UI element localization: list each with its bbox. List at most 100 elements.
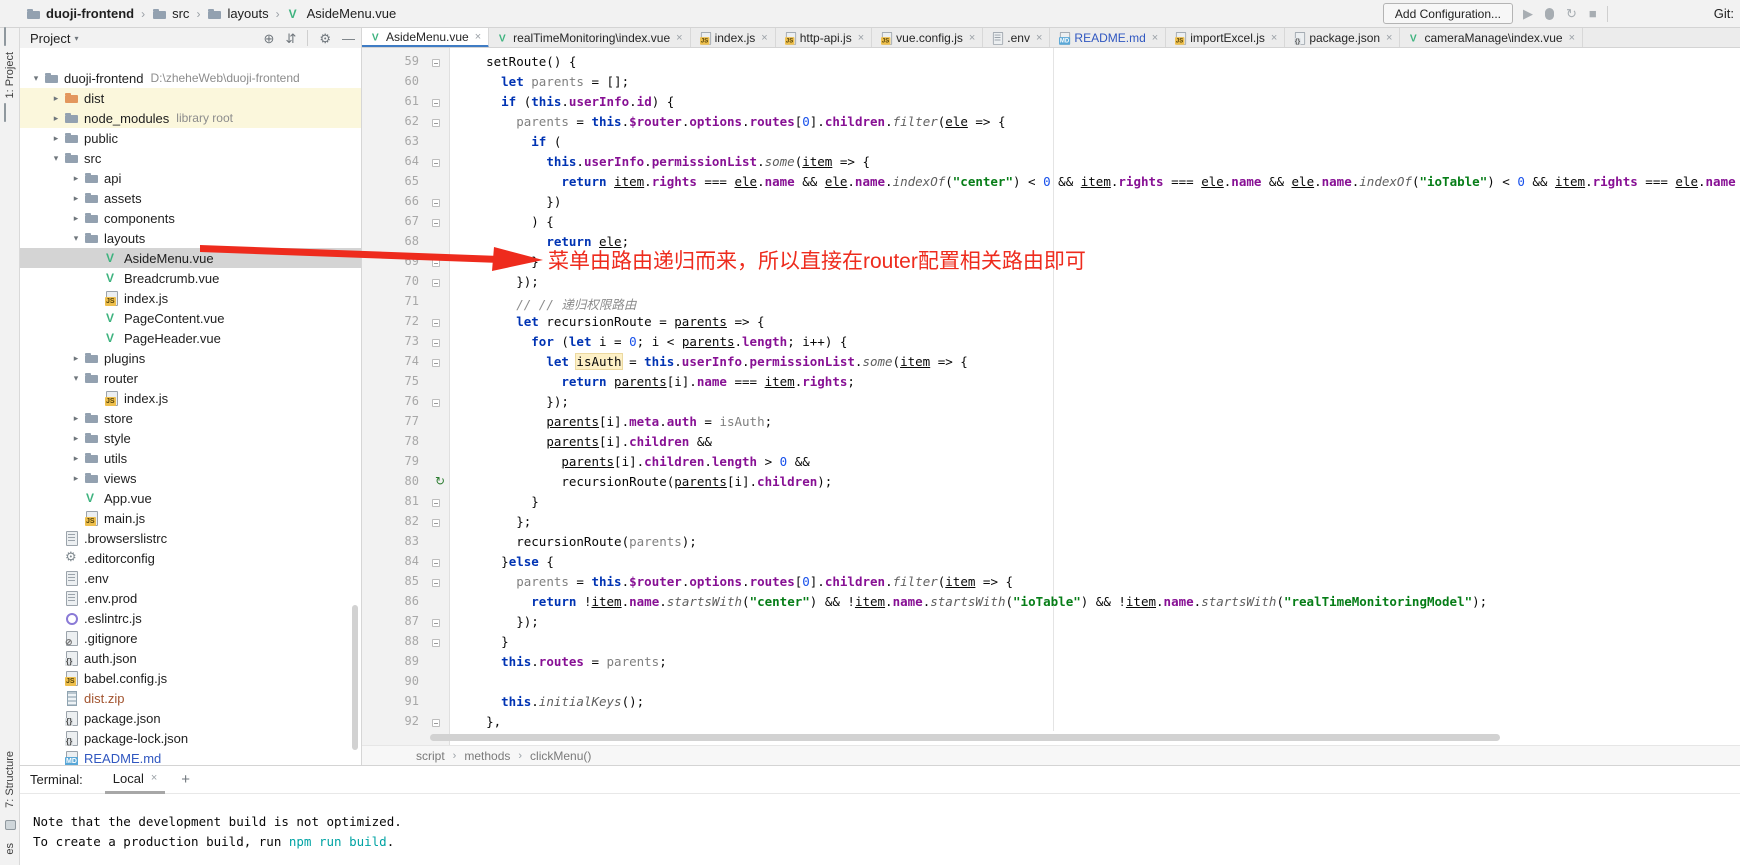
code-line[interactable]: }); [456,614,1740,634]
project-panel-title[interactable]: Project [30,31,70,46]
close-icon[interactable]: × [151,772,157,784]
tree-item-.eslintrc.js[interactable]: .eslintrc.js [20,608,361,628]
code-line[interactable] [456,674,1740,694]
close-icon[interactable]: × [1386,32,1392,44]
code-line[interactable]: parents[i].children && [456,434,1740,454]
chevron-right-icon[interactable]: ▸ [68,353,84,364]
chevron-right-icon[interactable]: ▸ [68,453,84,464]
code-line[interactable]: }) [456,194,1740,214]
fold-marker-icon[interactable] [432,159,440,167]
fold-marker-icon[interactable] [432,359,440,367]
close-icon[interactable]: × [1271,32,1277,44]
code-line[interactable]: }; [456,514,1740,534]
code-line[interactable]: if (this.userInfo.id) { [456,94,1740,114]
tree-item-assets[interactable]: ▸assets [20,188,361,208]
chevron-right-icon[interactable]: ▸ [68,413,84,424]
locate-icon[interactable]: ⊕ [264,32,275,45]
tree-item-AsideMenu.vue[interactable]: AsideMenu.vue [20,248,361,268]
code-line[interactable]: return ele; [456,234,1740,254]
code-line[interactable]: } [456,494,1740,514]
fold-marker-icon[interactable] [432,199,440,207]
fold-marker-icon[interactable] [432,499,440,507]
close-icon[interactable]: × [475,31,481,43]
tree-item-main.js[interactable]: JSmain.js [20,508,361,528]
chevron-down-icon[interactable]: ▾ [48,153,64,164]
chevron-right-icon[interactable]: ▸ [68,473,84,484]
tab-realTimeMonitoring\index.vue[interactable]: realTimeMonitoring\index.vue× [489,28,690,48]
close-icon[interactable]: × [858,32,864,44]
breadcrumb-item-layouts[interactable]: layouts [207,6,268,22]
fold-marker-icon[interactable] [432,219,440,227]
editor-breadcrumb-methods[interactable]: methods [464,749,510,763]
fold-marker-icon[interactable] [432,319,440,327]
editor-horizontal-scrollbar[interactable] [430,734,1500,741]
code-line[interactable]: return !item.name.startsWith("center") &… [456,594,1740,614]
chevron-down-icon[interactable]: ▾ [68,233,84,244]
tree-item-Breadcrumb.vue[interactable]: Breadcrumb.vue [20,268,361,288]
code-line[interactable]: this.initialKeys(); [456,694,1740,714]
fold-marker-icon[interactable] [432,119,440,127]
tab-.env[interactable]: .env× [983,28,1050,48]
fold-marker-icon[interactable] [432,619,440,627]
code-line[interactable]: return parents[i].name === item.rights; [456,374,1740,394]
code-line[interactable]: parents = this.$router.options.routes[0]… [456,114,1740,134]
tab-importExcel.js[interactable]: JSimportExcel.js× [1166,28,1285,48]
tab-http-api.js[interactable]: JShttp-api.js× [776,28,872,48]
tree-item-store[interactable]: ▸store [20,408,361,428]
tree-item-components[interactable]: ▸components [20,208,361,228]
tree-item-index.js[interactable]: JSindex.js [20,288,361,308]
tab-README.md[interactable]: MDREADME.md× [1050,28,1166,48]
fold-marker-icon[interactable] [432,399,440,407]
chevron-down-icon[interactable]: ▾ [68,373,84,384]
fold-marker-icon[interactable] [432,519,440,527]
fold-marker-icon[interactable] [432,639,440,647]
tree-item-.env[interactable]: .env [20,568,361,588]
chevron-right-icon[interactable]: ▸ [48,113,64,124]
tool-window-icon[interactable] [4,27,6,46]
tab-cameraManage\index.vue[interactable]: cameraManage\index.vue× [1400,28,1583,48]
tree-item-plugins[interactable]: ▸plugins [20,348,361,368]
code-line[interactable]: // // 递归权限路由 [456,294,1740,314]
chevron-right-icon[interactable]: ▸ [48,133,64,144]
tree-item-api[interactable]: ▸api [20,168,361,188]
fold-marker-icon[interactable] [432,279,440,287]
tab-index.js[interactable]: JSindex.js× [691,28,776,48]
tree-item-dist[interactable]: ▸dist [20,88,361,108]
run-icon[interactable]: ▶ [1523,7,1533,20]
tab-vue.config.js[interactable]: JSvue.config.js× [872,28,983,48]
code-line[interactable]: recursionRoute(parents[i].children); [456,474,1740,494]
code-line[interactable]: parents[i].children.length > 0 && [456,454,1740,474]
code-line[interactable]: if ( [456,134,1740,154]
chevron-right-icon[interactable]: ▸ [48,93,64,104]
chevron-right-icon[interactable]: ▸ [68,193,84,204]
git-label[interactable]: Git: [1714,6,1734,21]
code-line[interactable]: parents[i].meta.auth = isAuth; [456,414,1740,434]
breadcrumb-item-duoji-frontend[interactable]: duoji-frontend [26,6,134,22]
tree-item-App.vue[interactable]: App.vue [20,488,361,508]
fold-marker-icon[interactable] [432,59,440,67]
close-icon[interactable]: × [676,32,682,44]
chevron-down-icon[interactable]: ▾ [28,73,44,84]
project-folder-icon[interactable] [4,103,6,122]
stripe-label-1: Project[interactable]: 1: Project [4,52,16,98]
tree-item-layouts[interactable]: ▾layouts [20,228,361,248]
chevron-right-icon[interactable]: ▸ [68,433,84,444]
close-icon[interactable]: × [969,32,975,44]
close-icon[interactable]: × [1569,32,1575,44]
settings-icon[interactable]: ⚙ [319,32,331,45]
close-icon[interactable]: × [761,32,767,44]
tree-item-.editorconfig[interactable]: .editorconfig [20,548,361,568]
code-line[interactable]: parents = this.$router.options.routes[0]… [456,574,1740,594]
code-line[interactable]: } [456,634,1740,654]
chevron-right-icon[interactable]: ▸ [68,213,84,224]
code-line[interactable]: let parents = []; [456,74,1740,94]
add-configuration-button[interactable]: Add Configuration... [1383,3,1513,24]
code-line[interactable]: let isAuth = this.userInfo.permissionLis… [456,354,1740,374]
tree-item-duoji-frontend[interactable]: ▾duoji-frontendD:\zheheWeb\duoji-fronten… [20,68,361,88]
tree-item-package-lock.json[interactable]: {}package-lock.json [20,728,361,748]
code-line[interactable]: this.routes = parents; [456,654,1740,674]
code-editor[interactable]: 5960616263646566676869707172737475767778… [362,48,1740,745]
code-line[interactable]: setRoute() { [456,54,1740,74]
tree-item-router[interactable]: ▾router [20,368,361,388]
tree-item-style[interactable]: ▸style [20,428,361,448]
